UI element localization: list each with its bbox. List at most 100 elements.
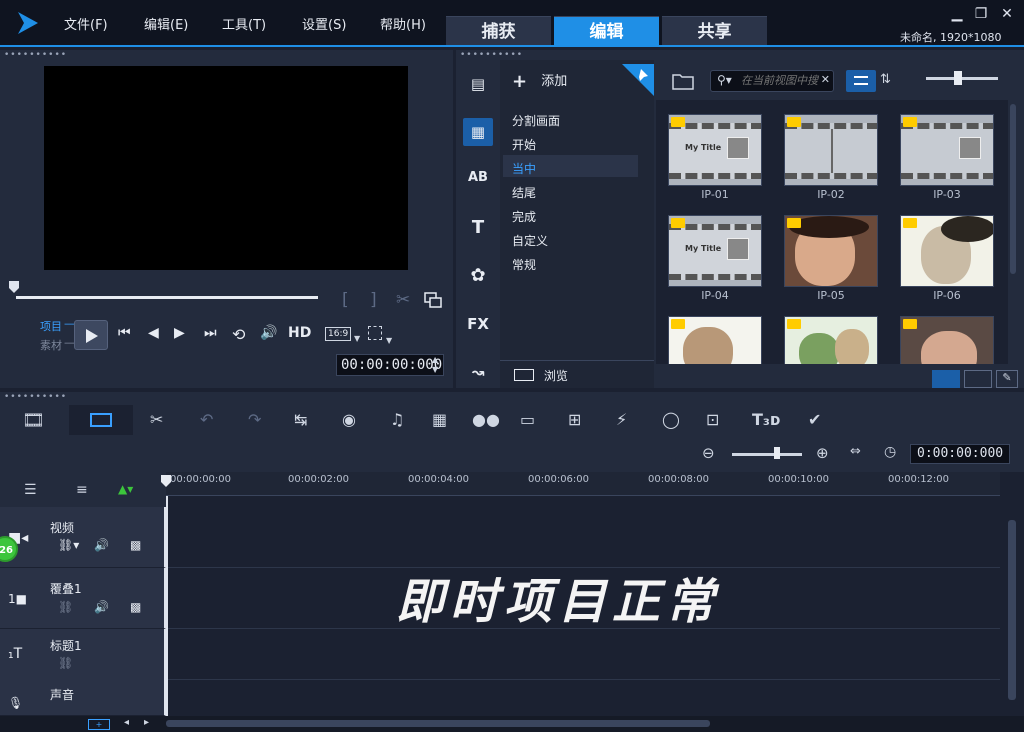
filter-fx-icon[interactable]: FX <box>463 310 493 338</box>
library-view-button[interactable] <box>932 370 960 388</box>
library-drag-handle-icon[interactable]: •••••••••• <box>460 50 523 60</box>
instant-project-icon[interactable]: ▦ <box>463 118 493 146</box>
mute-icon[interactable]: 🔊 <box>94 538 109 552</box>
clear-search-icon[interactable]: ✕ <box>821 73 830 86</box>
thumbnail-item[interactable] <box>900 114 994 186</box>
list-view-button[interactable] <box>846 70 876 92</box>
import-folder-icon[interactable] <box>672 72 694 90</box>
save-snapshot-icon[interactable] <box>424 292 442 308</box>
mute-icon[interactable]: 🔊 <box>94 600 109 614</box>
ripple-toggle-icon[interactable]: ▩ <box>130 538 141 552</box>
aspect-ratio-button[interactable]: 16:9 <box>325 327 352 341</box>
title-icon[interactable]: T <box>463 214 493 242</box>
menu-tools[interactable]: 工具(T) <box>222 14 266 33</box>
scroll-left-icon[interactable]: ◂ <box>124 717 129 728</box>
drag-handle-icon[interactable]: •••••••••• <box>4 50 67 60</box>
edit-icon[interactable]: ✎ <box>996 370 1018 388</box>
volume-icon[interactable]: 🔊 <box>260 325 277 341</box>
thumbnail-item[interactable] <box>784 316 878 364</box>
3d-title-icon[interactable]: T₃ᴅ <box>752 410 781 429</box>
thumbnail-item[interactable] <box>668 316 762 364</box>
minimize-icon[interactable]: ▁ <box>948 6 966 22</box>
clip-mode-label[interactable]: 素材 <box>40 337 62 353</box>
search-input[interactable] <box>741 74 831 87</box>
options-view-button[interactable] <box>964 370 992 388</box>
next-frame-icon[interactable]: ▶ <box>174 325 185 341</box>
multi-camera-icon[interactable]: ⊞ <box>568 410 581 429</box>
restore-icon[interactable]: ❐ <box>972 6 990 22</box>
link-icon[interactable]: ⛓▾ <box>58 538 79 552</box>
fit-timeline-icon[interactable]: ⇔ <box>850 444 861 459</box>
auto-music-icon[interactable]: ▦ <box>432 410 447 429</box>
crop-icon[interactable] <box>368 326 382 340</box>
scrubber-bar[interactable] <box>16 296 318 299</box>
ripple-edit-icon[interactable]: ▲▾ <box>118 482 133 496</box>
timeline-drag-handle-icon[interactable]: •••••••••• <box>4 392 67 402</box>
search-box[interactable]: ⚲▾ ✕ <box>710 70 834 92</box>
subtitle-editor-icon[interactable]: ▭ <box>520 410 535 429</box>
mark-in-icon[interactable]: [ <box>342 290 349 310</box>
zoom-out-icon[interactable]: ⊖ <box>702 444 715 462</box>
end-icon[interactable]: ⏭ <box>204 325 217 341</box>
thumbnail-size-slider[interactable] <box>926 77 998 80</box>
category-item[interactable]: 开始 <box>512 136 536 153</box>
menu-help[interactable]: 帮助(H) <box>380 14 426 33</box>
category-item[interactable]: 分割画面 <box>512 112 560 129</box>
path-icon[interactable]: ↝ <box>463 358 493 386</box>
sound-mixer-icon[interactable]: ♫ <box>390 410 404 429</box>
menu-settings[interactable]: 设置(S) <box>302 14 346 33</box>
motion-tracking-icon[interactable]: ●● <box>472 410 500 429</box>
expand-tracks-icon[interactable]: + <box>88 719 110 730</box>
scissors-icon[interactable]: ✂ <box>396 290 410 310</box>
media-library-icon[interactable]: ▤ <box>463 70 493 98</box>
play-button[interactable] <box>74 320 108 350</box>
redo-icon[interactable]: ↷ <box>248 410 261 429</box>
track-header-voice[interactable] <box>0 680 166 716</box>
timeline-vertical-scrollbar[interactable] <box>1008 520 1016 700</box>
timeline-view-button[interactable] <box>69 405 133 435</box>
prev-frame-icon[interactable]: ◀ <box>148 325 159 341</box>
slider-handle[interactable] <box>954 71 962 85</box>
menu-edit[interactable]: 编辑(E) <box>144 14 188 33</box>
category-item[interactable]: 结尾 <box>512 184 536 201</box>
category-item[interactable]: 自定义 <box>512 232 548 249</box>
undo-icon[interactable]: ↶ <box>200 410 213 429</box>
track-manager-icon[interactable]: ☰ <box>24 482 37 498</box>
transition-icon[interactable]: AB <box>463 164 493 192</box>
fit-project-icon[interactable]: ↹ <box>294 410 307 429</box>
tab-share[interactable]: 共享 <box>662 16 767 46</box>
zoom-in-icon[interactable]: ⊕ <box>816 444 829 462</box>
playhead-icon[interactable] <box>160 474 172 488</box>
sort-icon[interactable]: ⇅ <box>880 72 891 87</box>
home-icon[interactable]: ⏮ <box>118 325 131 341</box>
project-mode-label[interactable]: 项目 <box>40 318 62 334</box>
scroll-right-icon[interactable]: ▸ <box>144 717 149 728</box>
batch-edit-icon[interactable]: ✔ <box>808 410 821 429</box>
thumbnail-item[interactable]: My Title <box>668 215 762 287</box>
library-scrollbar[interactable] <box>1010 104 1016 274</box>
crop-dropdown-icon[interactable]: ▼ <box>386 336 392 345</box>
hd-toggle[interactable]: HD <box>288 325 311 341</box>
time-remap-icon[interactable]: ⚡ <box>616 410 627 429</box>
timeline-horizontal-scrollbar[interactable] <box>166 720 710 727</box>
thumbnail-item[interactable]: My Title <box>668 114 762 186</box>
mark-out-icon[interactable]: ] <box>370 290 377 310</box>
category-item[interactable]: 常规 <box>512 256 536 273</box>
thumbnail-item[interactable] <box>784 215 878 287</box>
graphic-icon[interactable]: ✿ <box>463 262 493 290</box>
zoom-slider[interactable] <box>732 453 802 456</box>
link-icon[interactable]: ⛓ <box>58 656 73 670</box>
tools-icon[interactable]: ✂ <box>150 410 163 429</box>
menu-file[interactable]: 文件(F) <box>64 14 108 33</box>
category-item-active[interactable]: 当中 <box>512 160 536 177</box>
timeline-timecode[interactable]: 0:00:00:000 <box>910 444 1010 464</box>
scrub-handle-icon[interactable] <box>8 280 20 294</box>
ripple-toggle-icon[interactable]: ▩ <box>130 600 141 614</box>
repeat-icon[interactable]: ⟲ <box>232 325 245 344</box>
tab-edit[interactable]: 编辑 <box>554 16 659 46</box>
thumbnail-item[interactable] <box>900 215 994 287</box>
add-track-icon[interactable]: ≡ <box>76 482 88 498</box>
record-capture-icon[interactable]: ◉ <box>342 410 356 429</box>
category-item[interactable]: 完成 <box>512 208 536 225</box>
zoom-slider-handle[interactable] <box>774 447 780 459</box>
